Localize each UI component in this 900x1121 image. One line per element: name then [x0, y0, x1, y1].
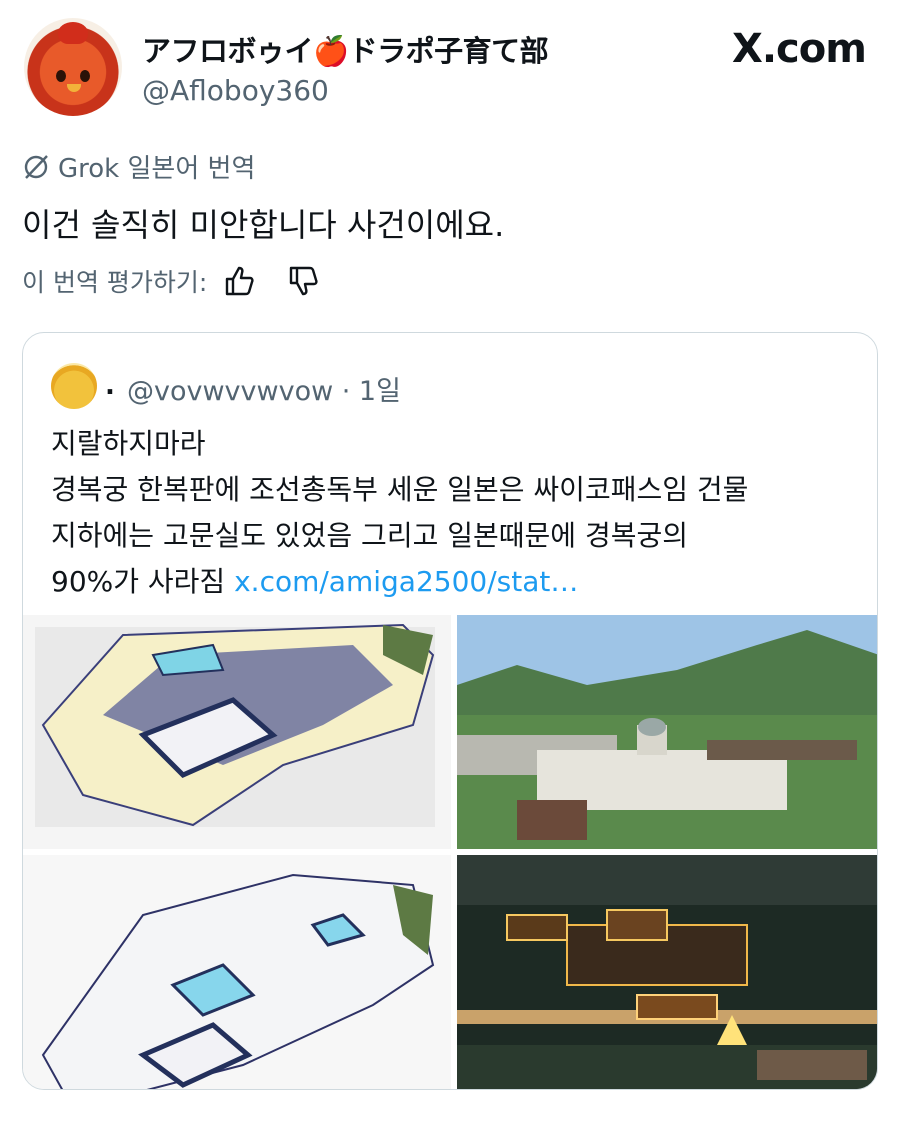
author-handle[interactable]: @Afloboy360 [142, 74, 329, 107]
quoted-text-line: 90%가 사라짐 x.com/amiga2500/stat… [51, 565, 579, 598]
avatar-beak [67, 84, 81, 92]
grok-translation-label: Grok 일본어 번역 [58, 154, 256, 184]
avatar-crest [58, 22, 88, 44]
palace-aerial-night-image[interactable] [457, 855, 877, 1089]
palace-map-remaining-image[interactable] [23, 855, 451, 1089]
quoted-author-name[interactable]: . [105, 371, 115, 401]
author-display-name[interactable]: アフロボゥイ🍎ドラポ子育て部 [142, 28, 549, 70]
quoted-tweet-text: 지랄하지마라 경복궁 한복판에 조선총독부 세운 일본은 싸이코패스임 건물 지… [51, 421, 851, 605]
grok-icon [24, 154, 48, 179]
author-avatar[interactable] [24, 18, 122, 116]
quoted-text-line: 지랄하지마라 [51, 427, 206, 460]
thumbs-down-icon[interactable] [287, 264, 321, 298]
quoted-image-grid [23, 615, 877, 1089]
x-logo-watermark: X.com [732, 26, 867, 72]
rate-translation-label: 이 번역 평가하기: [22, 268, 208, 297]
rate-translation-row: 이 번역 평가하기: [22, 263, 321, 299]
quoted-tweet-link[interactable]: x.com/amiga2500/stat… [234, 565, 578, 598]
avatar-eye [56, 70, 66, 82]
quoted-text-line: 경복궁 한복판에 조선총독부 세운 일본은 싸이코패스임 건물 [51, 473, 749, 506]
palace-map-full-image[interactable] [23, 615, 451, 849]
translated-tweet-text: 이건 솔직히 미안합니다 사건이에요. [22, 206, 505, 244]
quoted-tweet-card[interactable]: . @vovwvvwvow · 1일 지랄하지마라 경복궁 한복판에 조선총독부… [22, 332, 878, 1090]
quoted-author-handle-time[interactable]: @vovwvvwvow · 1일 [127, 369, 401, 408]
quoted-text-line: 지하에는 고문실도 있었음 그리고 일본때문에 경복궁의 [51, 519, 688, 552]
quoted-author-avatar[interactable] [51, 363, 97, 409]
thumbs-up-icon[interactable] [223, 264, 257, 298]
grok-translation-label-row: Grok 일본어 번역 [22, 148, 255, 185]
palace-aerial-day-image[interactable] [457, 615, 877, 849]
avatar-eye [80, 70, 90, 82]
